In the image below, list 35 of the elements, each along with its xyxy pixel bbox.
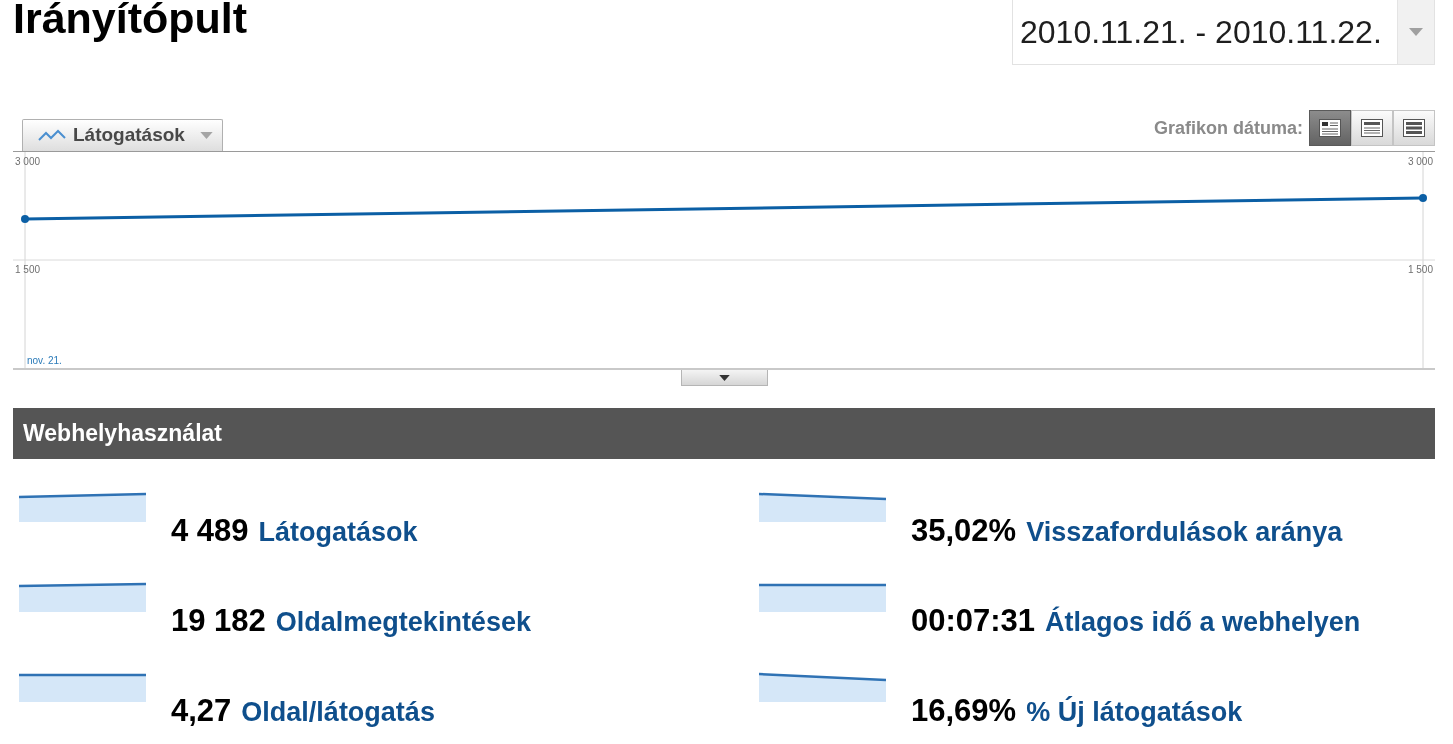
y-axis-label: 3 000 bbox=[1407, 156, 1433, 167]
metric-value: 00:07:31 bbox=[911, 603, 1036, 639]
metric-link[interactable]: Oldalmegtekintések bbox=[275, 604, 531, 640]
metric-link[interactable]: Átlagos idő a webhelyen bbox=[1045, 604, 1361, 640]
metric-link[interactable]: % Új látogatások bbox=[1026, 694, 1243, 730]
metric-link[interactable]: Látogatások bbox=[258, 514, 418, 550]
document-icon bbox=[1319, 119, 1341, 137]
metric-value: 4,27 bbox=[171, 693, 232, 729]
line-chart-icon bbox=[38, 129, 66, 142]
caret-icon bbox=[1409, 28, 1423, 36]
y-axis-label: 1 500 bbox=[1407, 264, 1433, 275]
metric-link[interactable]: Oldal/látogatás bbox=[241, 694, 435, 730]
metric-link[interactable]: Visszafordulások aránya bbox=[1026, 514, 1343, 550]
metric-value: 35,02% bbox=[911, 513, 1017, 549]
y-axis-label: 3 000 bbox=[15, 156, 41, 167]
list-icon bbox=[1361, 119, 1383, 137]
view-toggle-button[interactable] bbox=[1351, 110, 1393, 146]
metric-value: 4 489 bbox=[171, 513, 249, 549]
data-point bbox=[1419, 194, 1427, 202]
caret-icon bbox=[718, 374, 730, 381]
page-title: Irányítópult bbox=[13, 0, 248, 40]
metric-value: 16,69% bbox=[911, 693, 1017, 729]
rows-icon bbox=[1403, 119, 1425, 137]
y-axis-label: 1 500 bbox=[15, 264, 41, 275]
metric-value: 19 182 bbox=[171, 603, 266, 639]
data-point bbox=[21, 215, 29, 223]
chart-date-label: Grafikon dátuma: bbox=[1153, 116, 1303, 140]
view-toggle-button[interactable] bbox=[1309, 110, 1351, 146]
section-header-bar: Webhelyhasználat bbox=[13, 408, 1435, 459]
date-range-dropdown[interactable]: 2010.11.21. - 2010.11.22. bbox=[1012, 0, 1435, 65]
view-toggle-button[interactable] bbox=[1393, 110, 1435, 146]
chart-collapse-handle[interactable] bbox=[680, 370, 768, 386]
caret-icon bbox=[200, 132, 213, 139]
x-axis-label: nov. 21. bbox=[27, 355, 62, 366]
metric-dropdown[interactable]: Látogatások bbox=[22, 119, 223, 151]
